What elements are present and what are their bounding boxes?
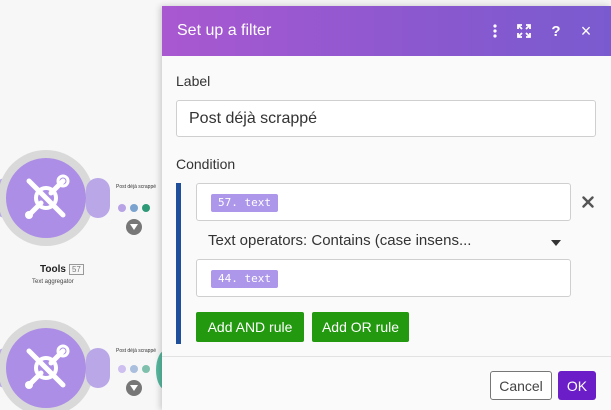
- route-dot: [130, 365, 138, 373]
- condition-group-bar: [176, 183, 181, 344]
- chevron-down-icon: [551, 240, 561, 246]
- more-vertical-icon[interactable]: [485, 21, 505, 41]
- add-or-rule-button[interactable]: Add OR rule: [312, 312, 409, 342]
- label-input[interactable]: Post déjà scrappé: [176, 100, 596, 137]
- first-operand-field[interactable]: 57. text: [196, 183, 571, 221]
- ok-button[interactable]: OK: [558, 371, 596, 400]
- module-connector-right: [86, 348, 110, 388]
- close-icon[interactable]: ×: [576, 21, 596, 41]
- add-and-rule-button[interactable]: Add AND rule: [196, 312, 304, 342]
- scenario-canvas: Tools 57 Text aggregator Post déjà scrapp…: [0, 0, 176, 410]
- footer-divider: [162, 356, 611, 357]
- route-dot: [142, 365, 150, 373]
- dialog-header: Set up a filter ? ×: [162, 6, 611, 56]
- filter-dialog: Set up a filter ? × Label Post déjà scra…: [162, 6, 611, 410]
- remove-condition-icon[interactable]: [579, 193, 597, 211]
- operator-selected-value: Text operators: Contains (case insens...: [208, 232, 472, 249]
- condition-caption: Condition: [176, 156, 236, 172]
- help-icon[interactable]: ?: [546, 21, 566, 41]
- second-operand-field[interactable]: 44. text: [196, 259, 571, 297]
- route-dot: [118, 365, 126, 373]
- operator-select[interactable]: Text operators: Contains (case insens...: [196, 228, 571, 258]
- label-caption: Label: [176, 73, 211, 89]
- variable-pill[interactable]: 57. text: [211, 194, 278, 212]
- variable-pill[interactable]: 44. text: [211, 270, 278, 288]
- dialog-title: Set up a filter: [177, 22, 272, 39]
- expand-icon[interactable]: [514, 21, 534, 41]
- route-label: Post déjà scrappé: [116, 348, 157, 354]
- cancel-button[interactable]: Cancel: [490, 371, 552, 400]
- tools-icon[interactable]: [6, 328, 86, 408]
- filter-icon[interactable]: [126, 380, 142, 396]
